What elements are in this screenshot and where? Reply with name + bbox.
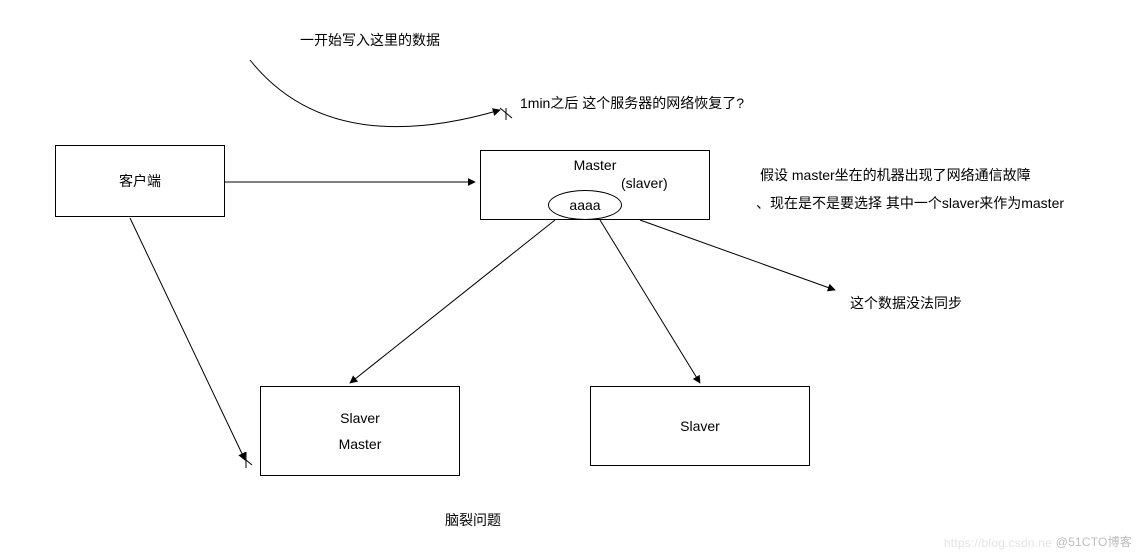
node-master-sub: (slaver) [621, 175, 668, 191]
annotation-no-sync: 这个数据没法同步 [850, 293, 962, 313]
node-slaver-right: Slaver [590, 386, 810, 466]
node-slaver-left: Slaver Master [260, 386, 460, 476]
node-client: 客户端 [55, 145, 225, 217]
node-master-data: aaaa [569, 197, 600, 213]
node-master-data-ellipse: aaaa [548, 190, 622, 220]
watermark-secondary: https://blog.csdn.ne [944, 536, 1052, 550]
annotation-assume-line2: 、现在是不是要选择 其中一个slaver来作为master [756, 193, 1064, 213]
node-slaver-left-line2: Master [339, 436, 382, 452]
annotation-assume-line1: 假设 master坐在的机器出现了网络通信故障 [760, 165, 1031, 185]
annotation-recover: 1min之后 这个服务器的网络恢复了? [520, 93, 744, 113]
diagram-title: 脑裂问题 [445, 510, 501, 530]
node-client-label: 客户端 [119, 171, 161, 191]
node-master-label: Master [574, 157, 617, 173]
node-slaver-right-label: Slaver [680, 418, 720, 434]
node-slaver-left-line1: Slaver [340, 410, 380, 426]
watermark-primary: @51CTO博客 [1056, 533, 1132, 550]
diagram-arrows [0, 0, 1138, 554]
annotation-initial-write: 一开始写入这里的数据 [300, 30, 440, 50]
